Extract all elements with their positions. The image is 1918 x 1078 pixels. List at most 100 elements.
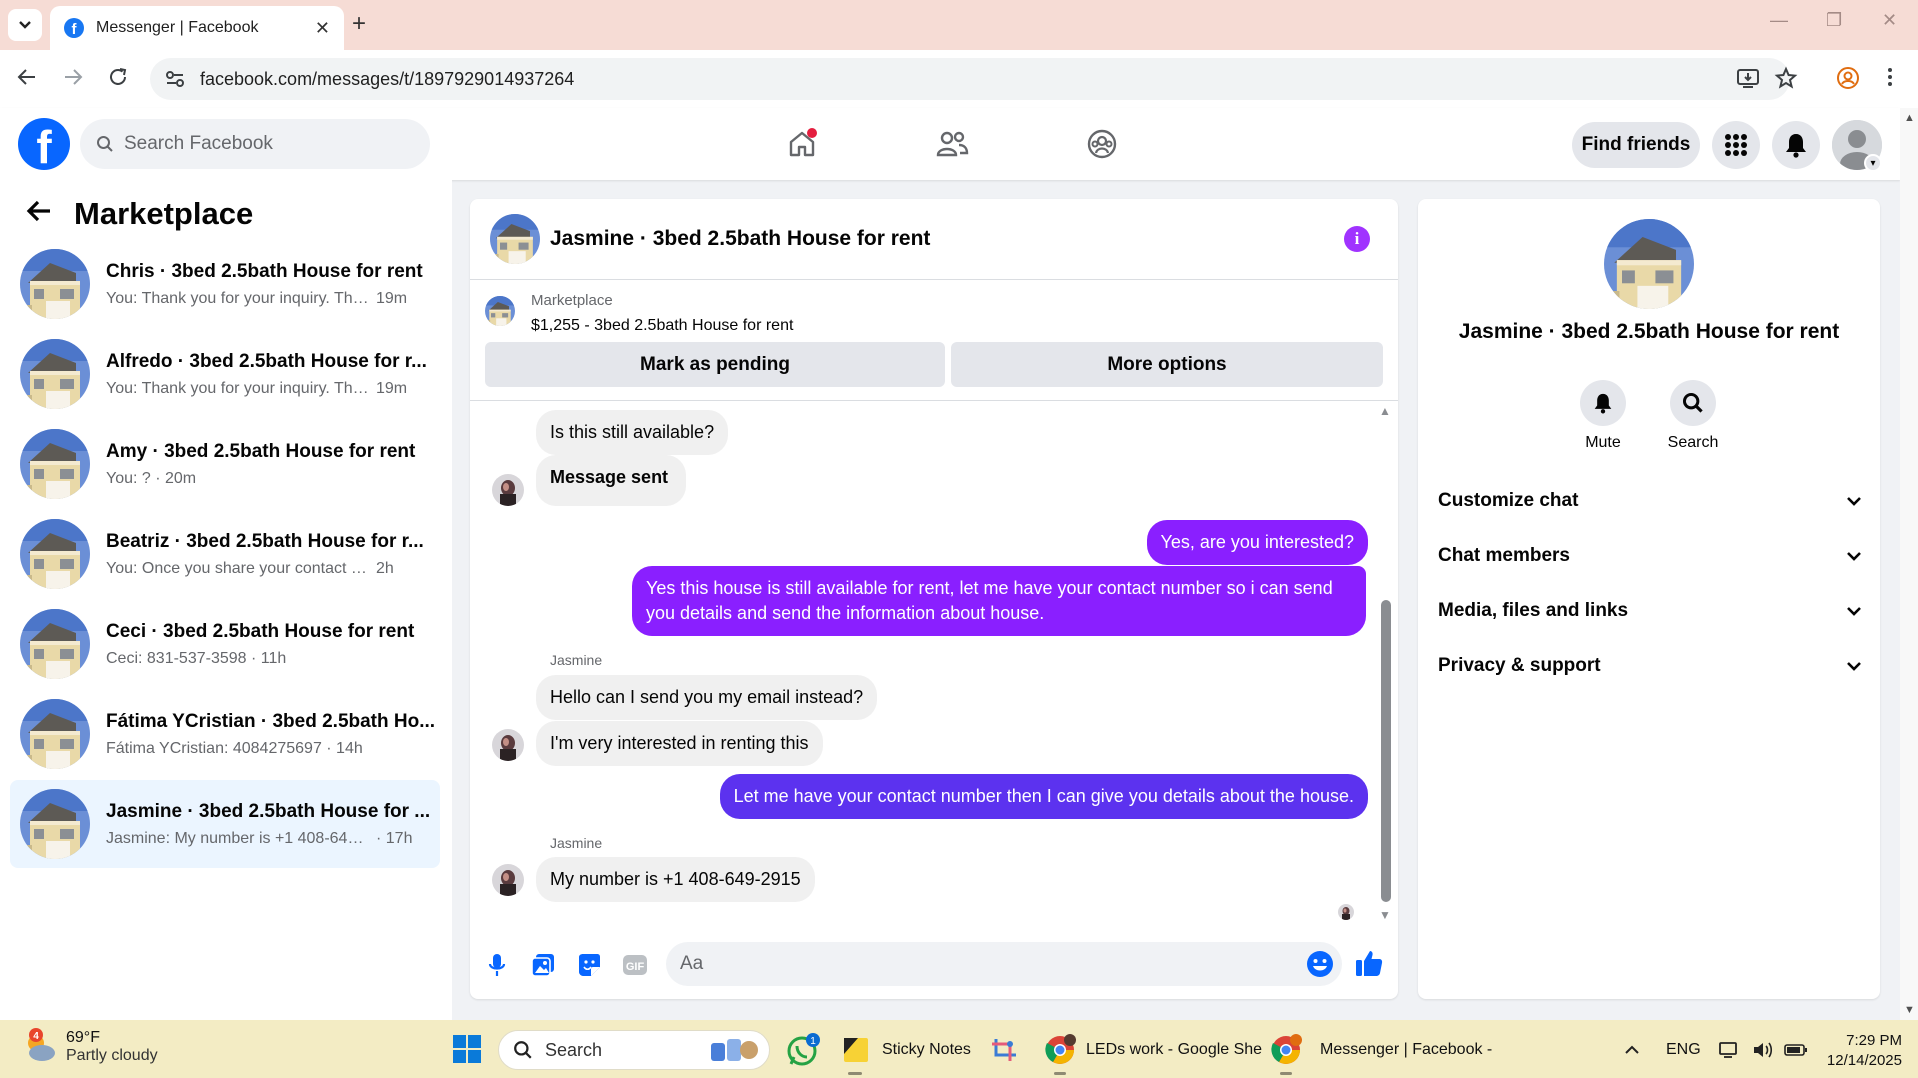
- conversation-time: · 17h: [376, 829, 413, 847]
- close-tab-icon[interactable]: ✕: [315, 18, 330, 39]
- tab-search-button[interactable]: [8, 9, 42, 41]
- chrome-messenger-label: Messenger | Facebook -: [1320, 1041, 1493, 1058]
- install-app-button[interactable]: [1736, 66, 1760, 95]
- reload-button[interactable]: [107, 66, 129, 94]
- conversation-item[interactable]: Alfredo · 3bed 2.5bath House for r... Yo…: [10, 330, 440, 418]
- mute-action[interactable]: Mute: [1558, 380, 1648, 452]
- page-scrollbar[interactable]: ▲ ▼: [1900, 108, 1918, 1020]
- privacy-support-section[interactable]: Privacy & support: [1438, 646, 1862, 686]
- weather-widget[interactable]: 4 69°F Partly cloudy: [20, 1027, 158, 1067]
- conversation-item[interactable]: Amy · 3bed 2.5bath House for rent You: ?…: [10, 420, 440, 508]
- minimize-window-button[interactable]: —: [1770, 10, 1788, 31]
- chat-avatar: [490, 214, 540, 264]
- chevron-down-icon: [1847, 662, 1861, 671]
- system-clock[interactable]: 7:29 PM 12/14/2025: [1818, 1031, 1902, 1070]
- listing-avatar: [20, 429, 90, 499]
- sticker-button[interactable]: [574, 950, 604, 980]
- bookmark-button[interactable]: [1774, 66, 1798, 95]
- page-scroll-down-icon[interactable]: ▼: [1904, 1004, 1915, 1016]
- browser-tab[interactable]: f Messenger | Facebook ✕: [50, 6, 344, 50]
- site-settings-icon[interactable]: [164, 68, 186, 90]
- language-indicator[interactable]: ENG: [1666, 1030, 1701, 1070]
- back-button[interactable]: [16, 66, 38, 94]
- chat-header[interactable]: Jasmine · 3bed 2.5bath House for rent: [490, 214, 930, 264]
- search-in-chat-button[interactable]: [1670, 380, 1716, 426]
- address-bar[interactable]: facebook.com/messages/t/1897929014937264: [150, 58, 1790, 100]
- listing-avatar: [20, 339, 90, 409]
- url-text: facebook.com/messages/t/1897929014937264: [200, 68, 575, 89]
- search-action[interactable]: Search: [1648, 380, 1738, 452]
- back-arrow-icon[interactable]: [26, 197, 52, 231]
- outgoing-message: Let me have your contact number then I c…: [719, 774, 1368, 820]
- listing-banner[interactable]: Marketplace $1,255 - 3bed 2.5bath House …: [485, 292, 793, 335]
- snipping-tool-taskbar-app[interactable]: [990, 1030, 1020, 1070]
- gif-button[interactable]: GIF: [620, 950, 650, 980]
- more-options-button[interactable]: More options: [951, 342, 1383, 387]
- chrome-icon: [1045, 1034, 1076, 1064]
- groups-nav-button[interactable]: [1080, 122, 1124, 166]
- media-files-links-section[interactable]: Media, files and links: [1438, 591, 1862, 631]
- notifications-button[interactable]: [1772, 121, 1820, 169]
- gif-icon: GIF: [623, 955, 647, 975]
- system-tray[interactable]: [1718, 1030, 1808, 1070]
- chevron-down-icon: [1847, 497, 1861, 506]
- chat-scrollbar[interactable]: [1381, 600, 1391, 902]
- attach-photo-button[interactable]: [528, 950, 558, 980]
- conversation-name: Alfredo · 3bed 2.5bath House for r...: [106, 350, 427, 372]
- menu-button[interactable]: [1712, 121, 1760, 169]
- find-friends-button[interactable]: Find friends: [1572, 122, 1700, 168]
- mute-button[interactable]: [1580, 380, 1626, 426]
- facebook-search-input[interactable]: [124, 133, 404, 155]
- chrome-messenger-taskbar-app[interactable]: Messenger | Facebook -: [1270, 1030, 1492, 1070]
- whatsapp-taskbar-app[interactable]: 1: [786, 1030, 820, 1070]
- restore-window-button[interactable]: ❐: [1826, 10, 1842, 31]
- reload-icon: [110, 68, 127, 85]
- conversation-preview: You: Thank you for your inquiry. The...: [106, 379, 370, 397]
- like-button[interactable]: [1354, 948, 1384, 978]
- conversation-item[interactable]: Chris · 3bed 2.5bath House for rent You:…: [10, 240, 440, 328]
- incoming-message: Is this still available?: [536, 410, 729, 456]
- info-icon[interactable]: i: [1344, 226, 1370, 252]
- close-window-button[interactable]: ✕: [1882, 10, 1897, 31]
- kebab-menu-icon: [1888, 68, 1892, 86]
- emoji-button[interactable]: [1306, 950, 1334, 978]
- account-chevron-icon[interactable]: ▾: [1864, 154, 1882, 172]
- facebook-logo-icon[interactable]: f: [18, 118, 70, 170]
- conversation-preview: Ceci: 831-537-3598 · 11h: [106, 649, 287, 667]
- forward-button[interactable]: [62, 66, 84, 94]
- conversation-item[interactable]: Beatriz · 3bed 2.5bath House for r... Yo…: [10, 510, 440, 598]
- customize-chat-section[interactable]: Customize chat: [1438, 481, 1862, 521]
- chrome-menu-button[interactable]: [1886, 66, 1894, 93]
- chrome-sheets-taskbar-app[interactable]: LEDs work - Google She: [1044, 1030, 1262, 1070]
- friends-icon: [936, 131, 969, 157]
- conversation-item[interactable]: Ceci · 3bed 2.5bath House for rent Ceci:…: [10, 600, 440, 688]
- friends-nav-button[interactable]: [930, 122, 974, 166]
- new-tab-button[interactable]: +: [352, 10, 366, 38]
- star-icon: [1774, 66, 1798, 89]
- message-composer[interactable]: [666, 942, 1342, 986]
- conversation-item[interactable]: Fátima YCristian · 3bed 2.5bath Ho... Fá…: [10, 690, 440, 778]
- bell-icon: [1786, 134, 1806, 158]
- facebook-search[interactable]: [80, 119, 430, 169]
- show-hidden-icons-button[interactable]: [1624, 1030, 1640, 1070]
- scroll-up-icon[interactable]: ▲: [1379, 404, 1391, 418]
- taskbar-search[interactable]: Search: [498, 1030, 770, 1070]
- mark-as-pending-button[interactable]: Mark as pending: [485, 342, 945, 387]
- info-title: Jasmine · 3bed 2.5bath House for rent: [1458, 320, 1840, 343]
- chat-members-section[interactable]: Chat members: [1438, 536, 1862, 576]
- voice-clip-button[interactable]: [482, 950, 512, 980]
- sticky-notes-taskbar-app[interactable]: Sticky Notes: [842, 1030, 971, 1070]
- arrow-right-icon: [65, 69, 83, 85]
- grid-menu-icon: [1725, 134, 1747, 156]
- start-button[interactable]: [452, 1034, 482, 1064]
- home-nav-button[interactable]: [780, 122, 824, 166]
- conversation-item-active[interactable]: Jasmine · 3bed 2.5bath House for ... Jas…: [10, 780, 440, 868]
- scroll-down-icon[interactable]: ▼: [1379, 908, 1391, 922]
- listing-avatar: [20, 699, 90, 769]
- facebook-favicon-icon: f: [64, 18, 84, 38]
- listing-source: Marketplace: [531, 292, 613, 309]
- listing-divider: [470, 400, 1398, 401]
- message-input[interactable]: [680, 953, 1280, 975]
- page-scroll-up-icon[interactable]: ▲: [1904, 112, 1915, 124]
- chrome-profile-button[interactable]: [1836, 66, 1860, 95]
